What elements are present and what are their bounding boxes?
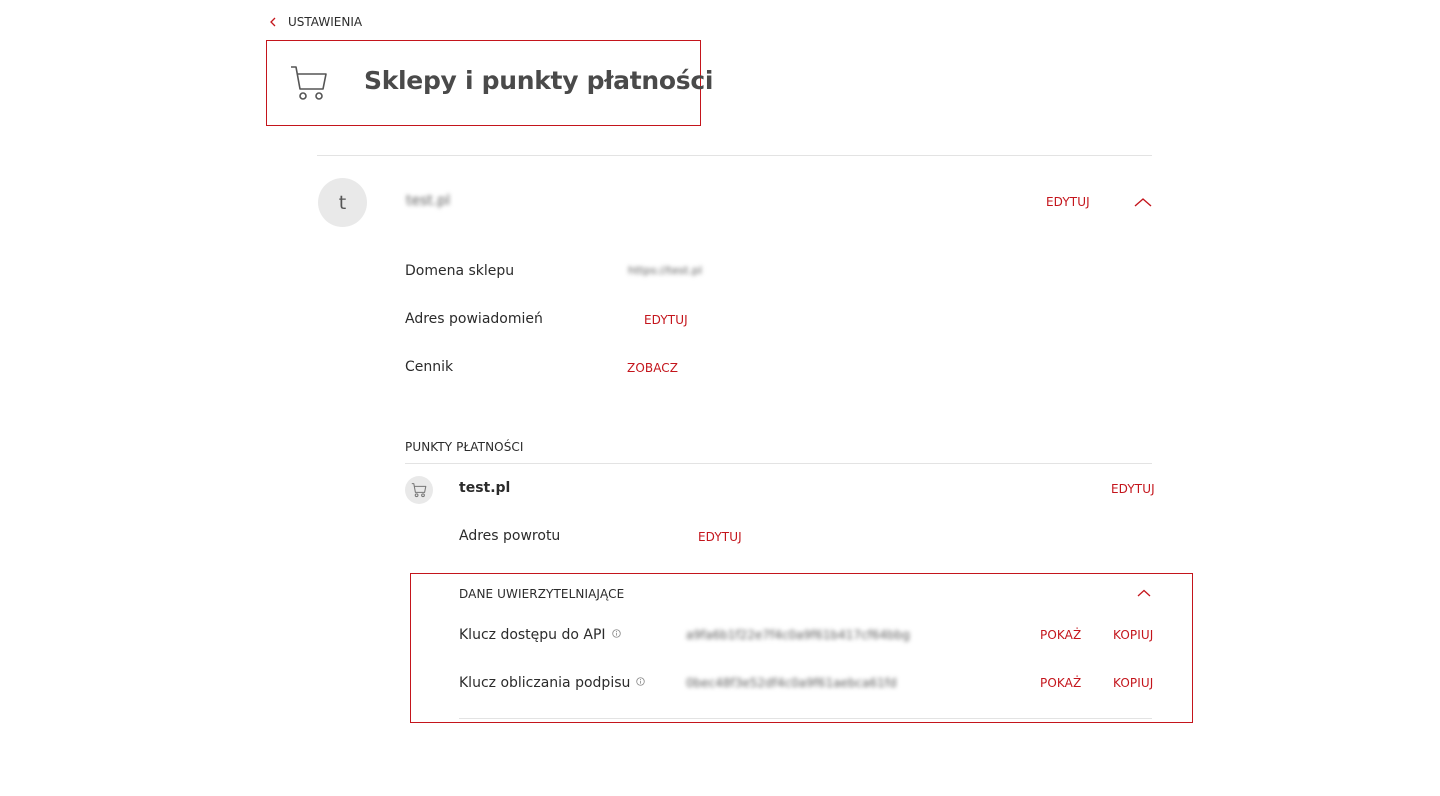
avatar: t	[318, 178, 367, 227]
edit-payment-point-button[interactable]: EDYTUJ	[1111, 482, 1155, 496]
signature-key-label-group: Klucz obliczania podpisu	[459, 675, 646, 691]
show-api-key-button[interactable]: POKAŻ	[1040, 628, 1081, 642]
chevron-up-icon[interactable]	[1134, 197, 1152, 207]
shopping-cart-icon	[291, 66, 327, 100]
chevron-up-icon[interactable]	[1137, 589, 1151, 597]
edit-notifications-button[interactable]: EDYTUJ	[644, 313, 688, 327]
domain-label: Domena sklepu	[405, 263, 515, 279]
payment-point-name: test.pl	[459, 480, 511, 496]
shop-name: test.pl	[406, 193, 451, 209]
pricing-label: Cennik	[405, 359, 454, 375]
divider	[317, 155, 1152, 156]
api-key-label: Klucz dostępu do API	[459, 627, 606, 643]
payment-points-heading: PUNKTY PŁATNOŚCI	[405, 440, 524, 454]
edit-return-address-button[interactable]: EDYTUJ	[698, 530, 742, 544]
return-address-label: Adres powrotu	[459, 528, 561, 544]
edit-shop-button[interactable]: EDYTUJ	[1046, 195, 1090, 209]
avatar-letter: t	[338, 191, 347, 214]
signature-key-label: Klucz obliczania podpisu	[459, 675, 631, 691]
notifications-label: Adres powiadomień	[405, 311, 543, 327]
payment-point-icon-wrap	[405, 476, 433, 504]
credentials-heading: DANE UWIERZYTELNIAJĄCE	[459, 587, 625, 601]
page-title: Sklepy i punkty płatności	[364, 66, 714, 95]
info-icon[interactable]	[611, 628, 621, 638]
divider	[459, 718, 1152, 719]
divider	[405, 463, 1152, 464]
info-icon[interactable]	[636, 676, 646, 686]
page-title-box: Sklepy i punkty płatności	[266, 40, 713, 126]
api-key-value: a9fa6b1f22e7f4c0a9f61b417cf64bbg	[686, 628, 911, 642]
copy-api-key-button[interactable]: KOPIUJ	[1113, 628, 1153, 642]
signature-key-value: 0bec48f3e52df4c0a9f61aebca61fd	[686, 676, 897, 690]
chevron-left-icon	[270, 17, 276, 27]
copy-signature-key-button[interactable]: KOPIUJ	[1113, 676, 1153, 690]
shopping-cart-icon	[411, 483, 427, 498]
breadcrumb-label: USTAWIENIA	[288, 15, 363, 29]
breadcrumb[interactable]: USTAWIENIA	[268, 13, 362, 31]
api-key-label-group: Klucz dostępu do API	[459, 627, 621, 643]
show-signature-key-button[interactable]: POKAŻ	[1040, 676, 1081, 690]
domain-value: https://test.pl	[628, 264, 703, 277]
view-pricing-button[interactable]: ZOBACZ	[627, 361, 678, 375]
